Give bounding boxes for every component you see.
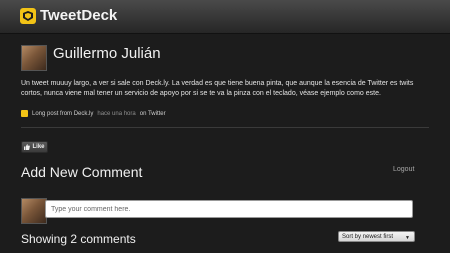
source-label[interactable]: Long post from Deck.ly [32, 111, 93, 117]
like-button[interactable]: Like [21, 141, 48, 153]
comment-input[interactable] [45, 200, 413, 218]
tweetdeck-logo-icon [20, 8, 36, 24]
deckly-icon [21, 110, 28, 117]
comments-count-heading: Showing 2 comments [21, 232, 136, 246]
logout-link[interactable]: Logout [393, 166, 414, 173]
commenter-avatar [21, 198, 47, 224]
chevron-down-icon: ▼ [405, 235, 410, 241]
tweet-author[interactable]: Guillermo Julián [53, 45, 161, 62]
divider [21, 127, 429, 128]
like-label: Like [32, 144, 45, 150]
sort-select[interactable]: Sort by newest first ▼ [338, 231, 415, 242]
tweet-time[interactable]: hace una hora [97, 111, 135, 117]
sort-label: Sort by newest first [342, 233, 394, 240]
tweet-via[interactable]: on Twitter [140, 111, 166, 117]
add-comment-heading: Add New Comment [21, 164, 143, 180]
app-title[interactable]: TweetDeck [40, 7, 117, 24]
tweet-source: Long post from Deck.ly hace una hora on … [21, 110, 166, 117]
thumbs-up-icon [24, 144, 31, 150]
top-bar: TweetDeck [0, 0, 450, 34]
tweet-text: Un tweet muuuy largo, a ver si sale con … [21, 80, 414, 97]
author-avatar[interactable] [21, 45, 47, 71]
